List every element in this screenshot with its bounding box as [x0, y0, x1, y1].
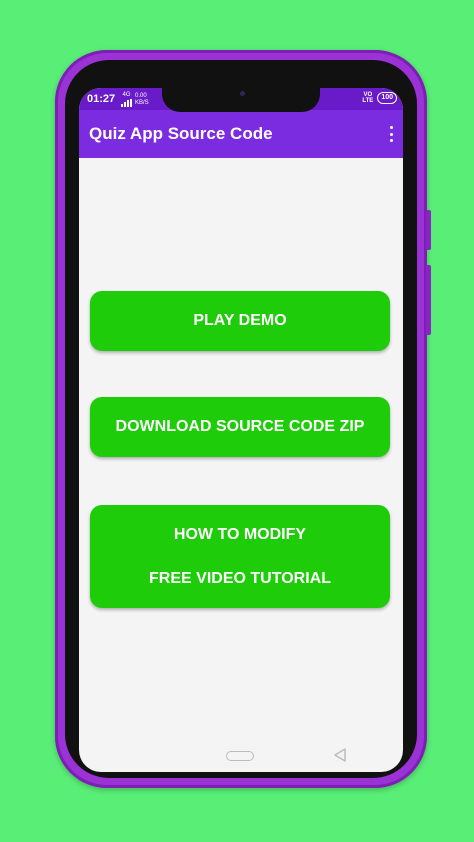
home-nav-icon[interactable]: [226, 751, 254, 761]
how-to-modify-label: HOW TO MODIFY: [173, 525, 307, 543]
phone-notch: [162, 86, 320, 112]
phone-side-button: [426, 210, 431, 250]
battery-icon: 100: [377, 92, 397, 104]
network-speed-unit: KB/S: [135, 99, 149, 106]
signal-icon: [121, 99, 132, 107]
download-source-code-label: DOWNLOAD SOURCE CODE ZIP: [115, 418, 365, 435]
status-time: 01:27: [87, 93, 116, 105]
free-video-tutorial-label: FREE VIDEO TUTORIAL: [149, 569, 331, 587]
network-indicator: 4G: [121, 92, 132, 107]
play-demo-button[interactable]: PLAY DEMO: [90, 291, 390, 351]
phone-bezel: 01:27 4G 0.00 KB/S VO LTE 100 Quiz App S…: [65, 60, 417, 778]
back-nav-icon[interactable]: [333, 747, 347, 763]
phone-screen: 01:27 4G 0.00 KB/S VO LTE 100 Quiz App S…: [79, 88, 403, 772]
download-source-code-button[interactable]: DOWNLOAD SOURCE CODE ZIP: [90, 397, 390, 457]
status-network-icons: 4G 0.00 KB/S: [121, 92, 149, 107]
phone-frame: 01:27 4G 0.00 KB/S VO LTE 100 Quiz App S…: [55, 50, 431, 788]
network-speed-value: 0.00: [135, 92, 147, 99]
volte-icon: VO LTE: [362, 92, 373, 104]
camera-icon: [240, 91, 245, 96]
network-speed: 0.00 KB/S: [135, 93, 149, 107]
more-vert-icon[interactable]: [387, 126, 395, 142]
app-bar: Quiz App Source Code: [79, 110, 403, 158]
network-type: 4G: [122, 92, 131, 98]
volte-bottom: LTE: [362, 98, 374, 104]
navigation-bar: [79, 742, 403, 772]
app-title: Quiz App Source Code: [89, 124, 273, 143]
phone-volume-button: [426, 265, 431, 335]
video-tutorial-button[interactable]: HOW TO MODIFY FREE VIDEO TUTORIAL: [90, 505, 390, 608]
status-right-icons: VO LTE 100: [362, 92, 397, 104]
play-demo-label: PLAY DEMO: [193, 312, 287, 329]
